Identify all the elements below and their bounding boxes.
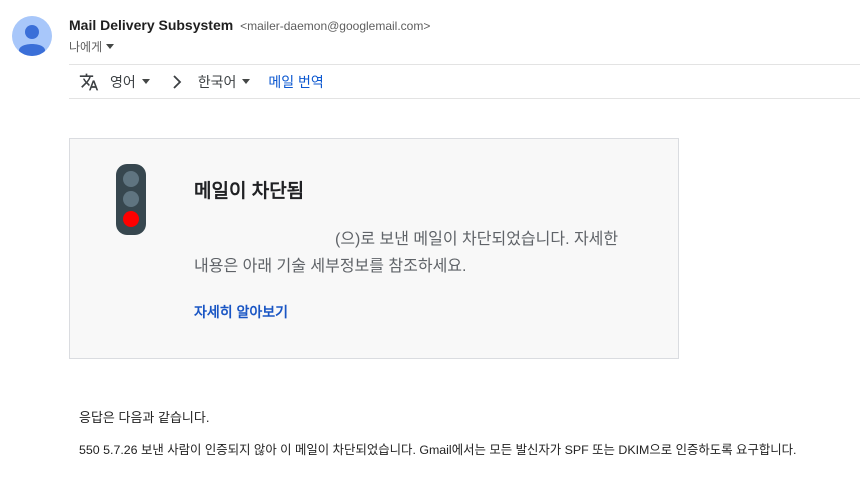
sender-email: <mailer-daemon@googlemail.com> — [240, 19, 431, 33]
caret-down-icon — [242, 79, 251, 84]
target-language-select[interactable]: 한국어 — [198, 72, 251, 92]
chevron-right-icon — [173, 74, 182, 89]
source-language-select[interactable]: 영어 — [110, 72, 150, 92]
recipient-label: 나에게 — [69, 40, 103, 54]
source-language-label: 영어 — [110, 73, 136, 90]
caret-down-icon — [141, 79, 150, 84]
target-language-label: 한국어 — [197, 73, 237, 90]
translate-message-link[interactable]: 메일 번역 — [268, 72, 323, 92]
learn-more-link[interactable]: 자세히 알아보기 — [194, 302, 288, 322]
translate-bar: 영어 한국어 메일 번역 — [69, 64, 860, 99]
person-icon — [12, 16, 52, 56]
notice-body-line: (으)로 보낸 메일이 차단되었습니다. 자세한 — [335, 231, 619, 248]
sender-line: Mail Delivery Subsystem <mailer-daemon@g… — [69, 17, 430, 33]
response-intro: 응답은 다음과 같습니다. — [79, 410, 210, 425]
caret-down-icon — [106, 44, 115, 49]
notice-body: (으)로 보낸 메일이 차단되었습니다. 자세한 내용은 아래 기술 세부정보를… — [194, 226, 644, 280]
sender-avatar[interactable] — [12, 16, 52, 56]
translate-icon — [79, 73, 99, 90]
notice-body-line: 내용은 아래 기술 세부정보를 참조하세요. — [194, 258, 467, 275]
blocked-notice-card: 메일이 차단됨 (으)로 보낸 메일이 차단되었습니다. 자세한 내용은 아래 … — [69, 138, 679, 359]
sender-name[interactable]: Mail Delivery Subsystem — [69, 17, 233, 33]
response-detail: 550 5.7.26 보낸 사람이 인증되지 않아 이 메일이 차단되었습니다.… — [79, 443, 797, 457]
email-view: Mail Delivery Subsystem <mailer-daemon@g… — [0, 0, 860, 492]
notice-title: 메일이 차단됨 — [194, 181, 305, 202]
traffic-light-icon — [116, 164, 146, 235]
recipient-details-toggle[interactable]: 나에게 — [69, 38, 115, 55]
